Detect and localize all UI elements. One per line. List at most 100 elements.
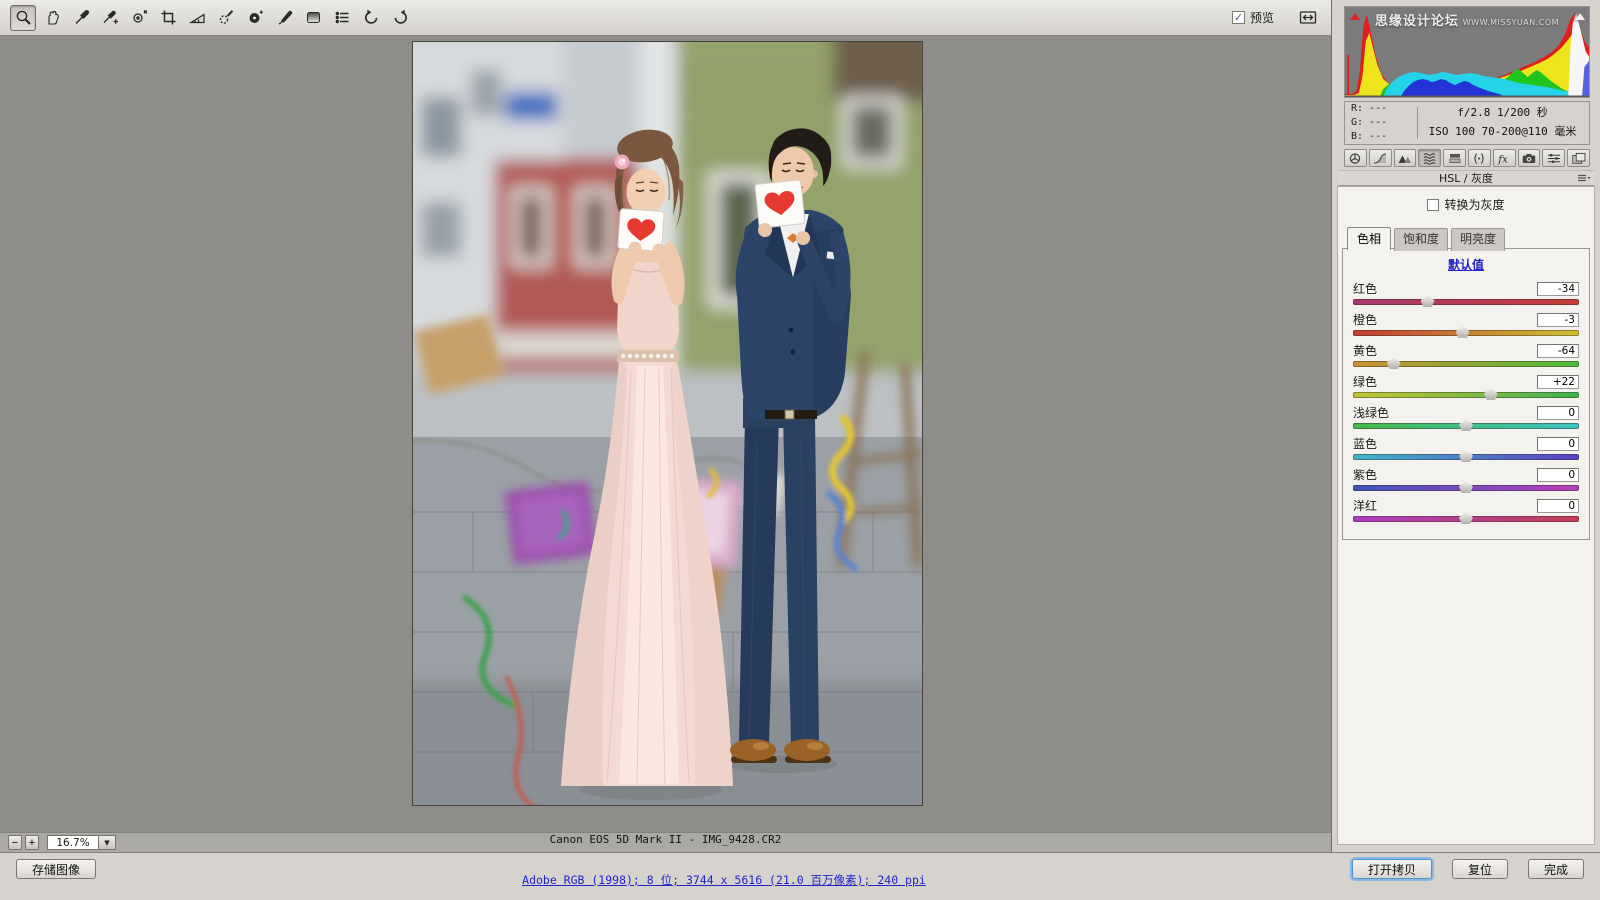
list-icon	[333, 8, 352, 27]
slider-thumb[interactable]	[1459, 512, 1473, 524]
default-values-link[interactable]: 默认值	[1448, 258, 1484, 272]
snapshots-tab[interactable]	[1567, 149, 1590, 167]
open-copy-button[interactable]: 打开拷贝	[1352, 859, 1432, 879]
hsl-subtabs: 色相 饱和度 明亮度	[1338, 226, 1594, 249]
zoom-in-button[interactable]: +	[25, 835, 39, 850]
straighten-icon	[188, 8, 207, 27]
slider-track[interactable]	[1353, 330, 1579, 336]
slider-track[interactable]	[1353, 516, 1579, 522]
toolbar: ✓ 预览	[0, 0, 1331, 36]
exposure-info: f/2.8 1/200 秒	[1422, 104, 1583, 123]
slider-thumb[interactable]	[1387, 357, 1401, 369]
slider-label: 黄色	[1353, 342, 1377, 359]
preview-checkbox[interactable]: ✓ 预览	[1232, 9, 1274, 26]
hsl-waves-icon	[1421, 152, 1439, 165]
rotate-ccw-icon	[362, 8, 381, 27]
graduated-filter-tool[interactable]	[300, 5, 326, 31]
slider-value-input[interactable]	[1537, 344, 1579, 358]
detail-tab[interactable]	[1394, 149, 1417, 167]
zoom-out-button[interactable]: −	[8, 835, 22, 850]
slider-thumb[interactable]	[1459, 481, 1473, 493]
slider-thumb[interactable]	[1459, 419, 1473, 431]
slider-thumb[interactable]	[1456, 326, 1470, 338]
straighten-tool[interactable]	[184, 5, 210, 31]
crop-icon	[159, 8, 178, 27]
panel-title-bar: HSL / 灰度	[1338, 170, 1594, 186]
rgb-g-value: G: ---	[1351, 116, 1413, 130]
eyedropper-icon	[72, 8, 91, 27]
slider-value-input[interactable]	[1537, 437, 1579, 451]
slider-value-input[interactable]	[1537, 313, 1579, 327]
slider-value-input[interactable]	[1537, 406, 1579, 420]
slider-track[interactable]	[1353, 423, 1579, 429]
shadow-clipping-indicator[interactable]	[1348, 10, 1361, 22]
adjustments-panel: 思缘设计论坛 WWW.MISSYUAN.COM R: --- G: ---	[1331, 0, 1600, 852]
camera-calibration-tab[interactable]	[1518, 149, 1541, 167]
panel-menu-icon[interactable]	[1577, 174, 1591, 183]
rotate-right-tool[interactable]	[387, 5, 413, 31]
spot-removal-tool[interactable]	[213, 5, 239, 31]
wedding-photo	[413, 42, 923, 806]
color-sampler-tool[interactable]	[97, 5, 123, 31]
fullscreen-toggle-button[interactable]	[1295, 5, 1321, 31]
photo-canvas[interactable]	[412, 41, 923, 806]
hsl-slider-row: 黄色	[1353, 343, 1579, 367]
hsl-slider-row: 洋红	[1353, 498, 1579, 522]
image-viewport	[0, 36, 1331, 832]
tab-hue[interactable]: 色相	[1347, 227, 1391, 250]
lens-corrections-tab[interactable]	[1468, 149, 1491, 167]
slider-track[interactable]	[1353, 485, 1579, 491]
zoom-tool[interactable]	[10, 5, 36, 31]
preferences-tool[interactable]	[329, 5, 355, 31]
slider-track[interactable]	[1353, 361, 1579, 367]
preview-label: 预览	[1250, 9, 1274, 26]
hand-tool[interactable]	[39, 5, 65, 31]
slider-thumb[interactable]	[1484, 388, 1498, 400]
iso-focal-info: ISO 100 70-200@110 毫米	[1422, 123, 1583, 142]
zoom-level-dropdown[interactable]: ▼	[99, 835, 116, 850]
presets-tab[interactable]	[1542, 149, 1565, 167]
slider-track[interactable]	[1353, 299, 1579, 305]
crop-tool[interactable]	[155, 5, 181, 31]
targeted-adjustment-tool[interactable]	[126, 5, 152, 31]
slider-thumb[interactable]	[1421, 295, 1435, 307]
hsl-sliders: 红色 橙色 黄色 绿色	[1353, 281, 1579, 522]
target-adjust-icon	[130, 8, 149, 27]
effects-tab[interactable]: fx	[1493, 149, 1516, 167]
hue-tab-content: 默认值 红色 橙色 黄色 绿色	[1342, 248, 1590, 540]
slider-value-input[interactable]	[1537, 375, 1579, 389]
slider-label: 浅绿色	[1353, 404, 1389, 421]
slider-value-input[interactable]	[1537, 468, 1579, 482]
red-eye-tool[interactable]	[242, 5, 268, 31]
slider-value-input[interactable]	[1537, 499, 1579, 513]
split-toning-tab[interactable]	[1443, 149, 1466, 167]
tab-luminance[interactable]: 明亮度	[1451, 228, 1505, 251]
reset-button[interactable]: 复位	[1452, 859, 1508, 879]
adjustment-brush-tool[interactable]	[271, 5, 297, 31]
done-button[interactable]: 完成	[1528, 859, 1584, 879]
camera-raw-window: ✓ 预览	[0, 0, 1600, 900]
basic-tab[interactable]	[1344, 149, 1367, 167]
white-balance-tool[interactable]	[68, 5, 94, 31]
save-image-button[interactable]: 存储图像	[16, 859, 96, 879]
fx-icon: fx	[1495, 152, 1513, 165]
convert-to-grayscale-checkbox[interactable]: 转换为灰度	[1338, 196, 1594, 213]
zoom-level-field[interactable]: 16.7%	[47, 835, 99, 850]
rotate-left-tool[interactable]	[358, 5, 384, 31]
lens-icon	[1470, 152, 1488, 165]
tone-curve-tab[interactable]	[1369, 149, 1392, 167]
highlight-clipping-indicator[interactable]	[1573, 10, 1586, 22]
watermark-site: 思缘设计论坛	[1375, 14, 1459, 29]
image-info-link[interactable]: Adobe RGB (1998); 8 位; 3744 x 5616 (21.0…	[522, 873, 926, 887]
slider-track[interactable]	[1353, 392, 1579, 398]
tab-saturation[interactable]: 饱和度	[1394, 228, 1448, 251]
hand-icon	[43, 8, 62, 27]
slider-thumb[interactable]	[1459, 450, 1473, 462]
hsl-slider-row: 橙色	[1353, 312, 1579, 336]
panel-title: HSL / 灰度	[1439, 172, 1493, 185]
color-sampler-icon	[101, 8, 120, 27]
hsl-grayscale-tab[interactable]	[1418, 149, 1441, 167]
slider-track[interactable]	[1353, 454, 1579, 460]
slider-value-input[interactable]	[1537, 282, 1579, 296]
curve-icon	[1371, 152, 1389, 165]
